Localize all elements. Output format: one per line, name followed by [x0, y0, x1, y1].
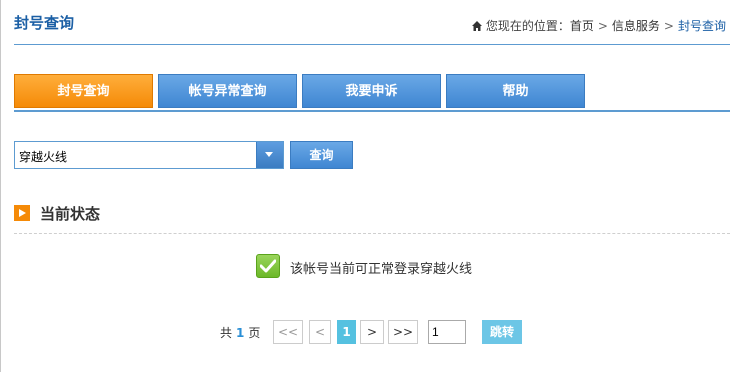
game-select-value: 穿越火线: [19, 150, 68, 164]
query-button[interactable]: 查询: [290, 141, 353, 169]
tab-account-anomaly-query[interactable]: 帐号异常查询: [158, 74, 297, 108]
page-header: 封号查询 您现在的位置：首页 > 信息服务 > 封号查询: [14, 0, 730, 45]
last-page-button[interactable]: >>: [388, 320, 418, 344]
next-page-button[interactable]: >: [360, 320, 384, 344]
check-icon: [256, 254, 280, 278]
current-page-button[interactable]: 1: [337, 320, 356, 344]
play-icon: [14, 205, 30, 221]
prev-page-button[interactable]: <: [309, 320, 331, 344]
total-suffix: 页: [248, 326, 261, 340]
total-pages-count: 1: [236, 326, 245, 340]
chevron-down-icon: [265, 152, 273, 157]
jump-button[interactable]: 跳转: [482, 320, 522, 344]
current-status-header: 当前状态: [14, 203, 730, 234]
status-text: 该帐号当前可正常登录穿越火线: [290, 262, 473, 277]
page-number-input[interactable]: [428, 320, 466, 344]
breadcrumb-separator: >: [663, 19, 674, 33]
breadcrumb-separator: >: [597, 19, 608, 33]
total-prefix: 共: [220, 326, 233, 340]
page-title: 封号查询: [14, 14, 75, 32]
tab-help[interactable]: 帮助: [446, 74, 585, 108]
section-title: 当前状态: [40, 205, 101, 223]
game-select[interactable]: 穿越火线: [14, 141, 284, 169]
breadcrumb-info-services[interactable]: 信息服务: [612, 19, 660, 33]
breadcrumb-prefix: 您现在的位置：: [485, 19, 570, 33]
breadcrumb: 您现在的位置：首页 > 信息服务 > 封号查询: [471, 17, 726, 34]
tab-appeal[interactable]: 我要申诉: [302, 74, 441, 108]
frame-left-border: [0, 0, 1, 372]
first-page-button[interactable]: <<: [273, 320, 303, 344]
breadcrumb-home[interactable]: 首页: [570, 19, 594, 33]
home-icon: [471, 20, 482, 31]
tab-ban-query[interactable]: 封号查询: [14, 74, 153, 108]
tab-bar: 封号查询 帐号异常查询 我要申诉 帮助: [14, 74, 730, 112]
dropdown-button[interactable]: [256, 142, 283, 168]
breadcrumb-current: 封号查询: [677, 19, 726, 33]
total-pages-label: 共1页: [220, 324, 260, 341]
